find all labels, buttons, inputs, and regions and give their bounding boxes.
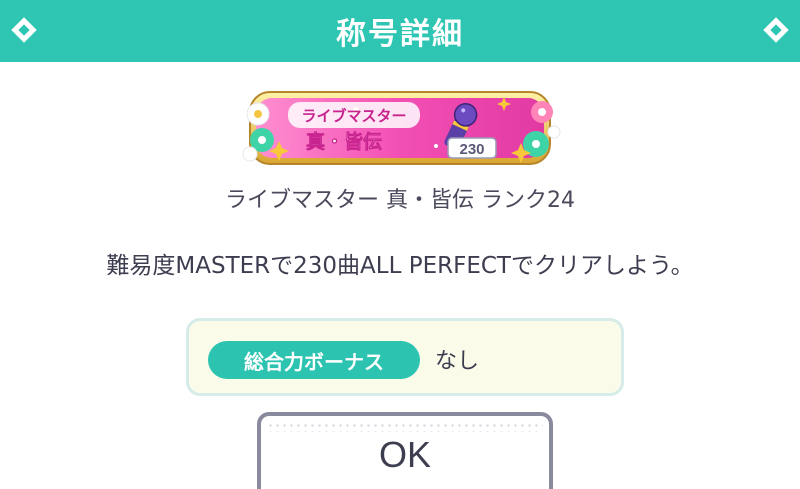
bonus-value: なし xyxy=(435,349,480,374)
ok-button[interactable]: OK xyxy=(257,412,553,489)
badge-line2: 真・皆伝 xyxy=(306,130,382,153)
bonus-panel: 総合力ボーナス なし xyxy=(186,318,624,396)
diamond-icon xyxy=(763,17,789,43)
ok-button-label: OK xyxy=(378,434,431,475)
diamond-icon xyxy=(11,17,37,43)
dialog-title: 称号詳細 xyxy=(336,17,464,52)
title-badge: ライブマスター 真・皆伝 230 xyxy=(242,91,561,165)
dialog-header: 称号詳細 xyxy=(0,0,800,62)
bonus-label: 総合力ボーナス xyxy=(208,341,420,379)
title-name: ライブマスター 真・皆伝 ランク24 xyxy=(225,188,575,213)
badge-line1: ライブマスター xyxy=(301,107,406,125)
title-description: 難易度MASTERで230曲ALL PERFECTでクリアしよう。 xyxy=(106,253,694,279)
badge-count: 230 xyxy=(459,141,484,158)
